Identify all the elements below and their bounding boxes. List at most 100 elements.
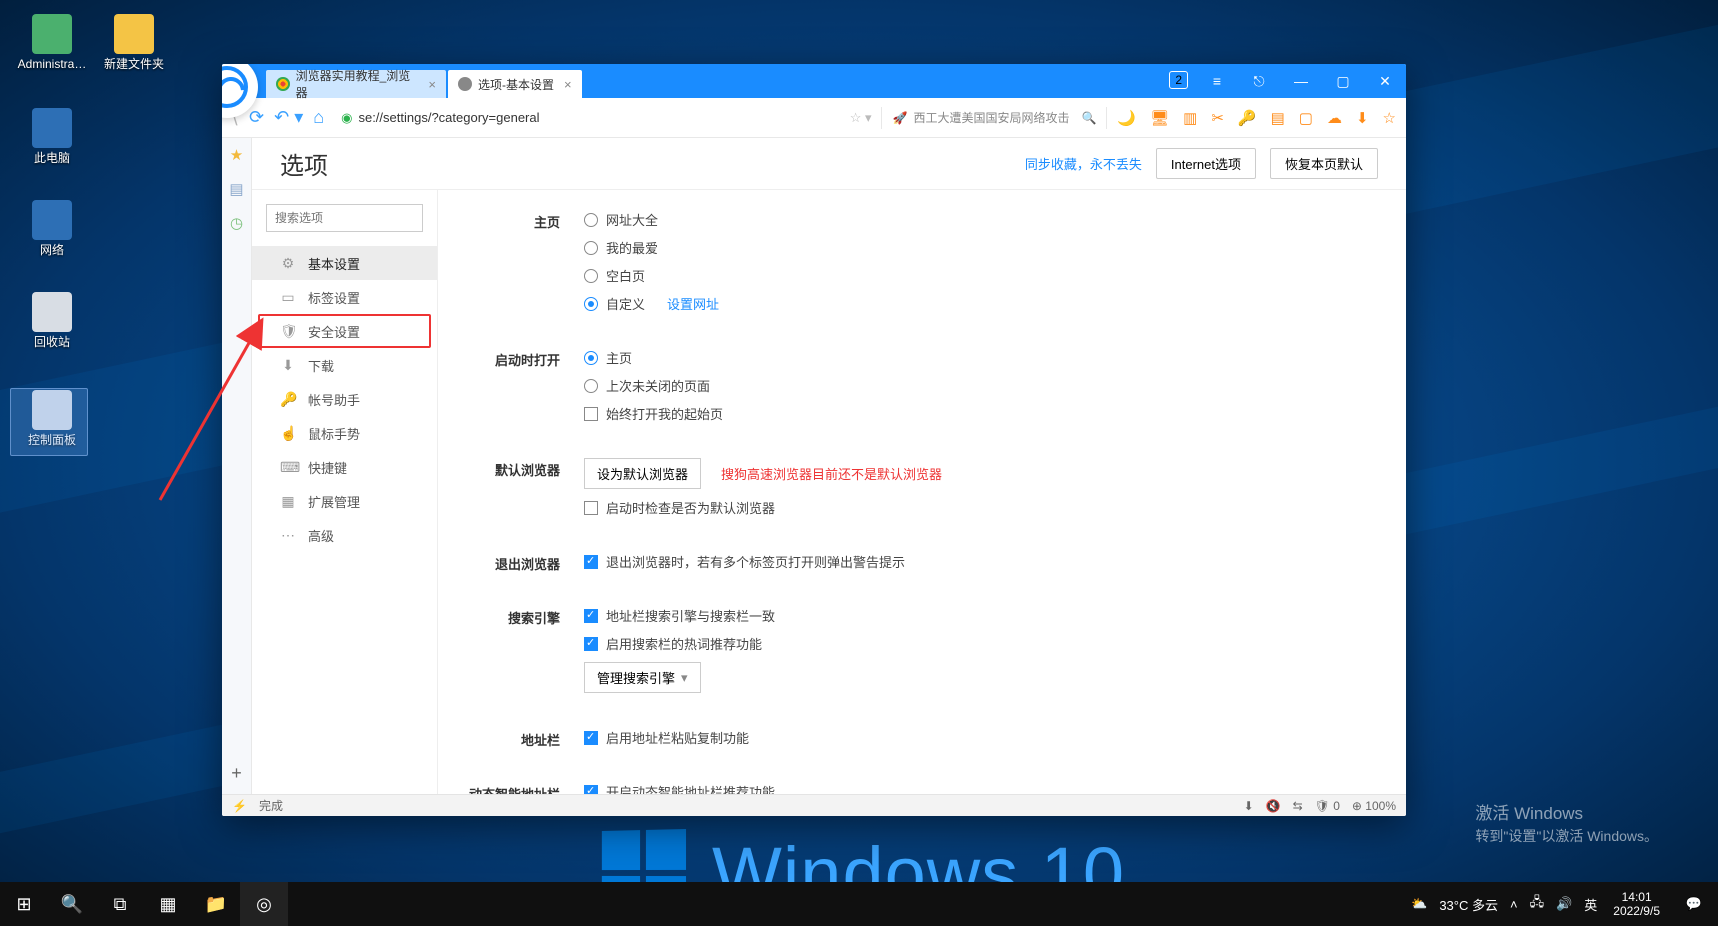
tab-close-icon[interactable]: × — [564, 77, 572, 92]
volume-icon[interactable]: 🔊 — [1556, 896, 1572, 912]
set-default-browser-button[interactable]: 设为默认浏览器 — [584, 458, 701, 489]
moon-icon[interactable]: 🌙 — [1117, 109, 1136, 127]
desktop-icon[interactable]: 新建文件夹 — [96, 14, 172, 71]
bookmark-star-icon[interactable]: ☆ ▾ — [850, 110, 872, 126]
homepage-radio[interactable] — [584, 269, 598, 283]
add-panel-icon[interactable]: + — [231, 763, 242, 784]
sidebar-item-扩展管理[interactable]: ▦扩展管理 — [258, 484, 431, 518]
url-text: se://settings/?category=general — [358, 110, 539, 125]
search-sync-checkbox[interactable] — [584, 609, 598, 623]
app-grid-button[interactable]: ▦ — [144, 882, 192, 926]
sidebar-item-高级[interactable]: ⋯ 高级 — [258, 518, 431, 552]
tab-favicon-icon — [458, 77, 472, 91]
browser-tab[interactable]: 选项-基本设置 × — [448, 70, 582, 98]
smartbar-enable-checkbox[interactable] — [584, 785, 598, 795]
tab-close-icon[interactable]: × — [428, 77, 436, 92]
cloud-icon[interactable]: ☁ — [1327, 109, 1342, 127]
switch-icon[interactable]: ⇆ — [1293, 799, 1303, 813]
mute-icon[interactable]: 🔇 — [1266, 799, 1281, 813]
sync-favorites-link[interactable]: 同步收藏，永不丢失 — [1025, 154, 1142, 173]
sidebar-item-icon: 🛡 — [280, 323, 296, 340]
manage-search-engines-button[interactable]: 管理搜索引擎▾ — [584, 662, 701, 693]
homepage-radio[interactable] — [584, 297, 598, 311]
sidebar-item-label: 高级 — [308, 526, 334, 545]
search-options-input[interactable] — [266, 204, 423, 232]
file-explorer-button[interactable]: 📁 — [192, 882, 240, 926]
close-button[interactable]: ✕ — [1364, 64, 1406, 98]
search-icon[interactable]: 🔍 — [1081, 111, 1096, 125]
monitor-icon[interactable]: 🖥 — [1150, 109, 1169, 127]
hotword-checkbox[interactable] — [584, 637, 598, 651]
shield-status-icon[interactable]: 🛡 0 — [1315, 799, 1340, 813]
extension-icon[interactable]: ⎋ — [1238, 64, 1280, 98]
minimize-button[interactable]: — — [1280, 64, 1322, 98]
sidebar-item-快捷键[interactable]: ⌨快捷键 — [258, 450, 431, 484]
lightning-icon[interactable]: ⚡ — [232, 799, 247, 813]
check-default-on-startup-checkbox[interactable] — [584, 501, 598, 515]
download-status-icon[interactable]: ⬇ — [1244, 799, 1254, 813]
sidebar-item-标签设置[interactable]: ▭标签设置 — [258, 280, 431, 314]
startup-radio[interactable] — [584, 351, 598, 365]
key-icon[interactable]: 🔑 — [1238, 109, 1257, 127]
page-header: 选项 同步收藏，永不丢失 Internet选项 恢复本页默认 — [252, 138, 1406, 190]
start-button[interactable]: ⊞ — [0, 882, 48, 926]
checkbox-label: 启用搜索栏的热词推荐功能 — [606, 634, 762, 653]
taskbar[interactable]: ⊞ 🔍 ⧉ ▦ 📁 ◎ ⛅ 33°C 多云 ˄ 🖧 🔊 英 14:01 2022… — [0, 882, 1718, 926]
scissors-icon[interactable]: ✂ — [1211, 109, 1224, 127]
search-button[interactable]: 🔍 — [48, 882, 96, 926]
exit-warning-checkbox[interactable] — [584, 555, 598, 569]
book-icon[interactable]: ▤ — [229, 180, 243, 198]
search-box[interactable]: 🚀 西工大遭美国国安局网络攻击 🔍 — [892, 109, 1096, 126]
desktop-icon[interactable]: Administra… — [14, 14, 90, 71]
undo-button[interactable]: ↶ ▾ — [274, 107, 303, 128]
sidebar-item-下载[interactable]: ⬇下载 — [258, 348, 431, 382]
address-paste-checkbox[interactable] — [584, 731, 598, 745]
desktop-icon[interactable]: 此电脑 — [14, 108, 90, 165]
window-icon[interactable]: ▢ — [1299, 109, 1313, 127]
set-url-link[interactable]: 设置网址 — [667, 294, 719, 313]
sidebar-item-基本设置[interactable]: ⚙基本设置 — [252, 246, 437, 280]
tab-strip: 浏览器实用教程_浏览器× 选项-基本设置 × — [266, 64, 584, 98]
sogou-browser-button[interactable]: ◎ — [240, 882, 288, 926]
homepage-radio[interactable] — [584, 213, 598, 227]
zoom-label[interactable]: ⊕ 100% — [1352, 799, 1396, 813]
always-open-startpage-checkbox[interactable] — [584, 407, 598, 421]
address-bar[interactable]: ◉ se://settings/?category=general — [334, 104, 674, 132]
network-icon[interactable]: 🖧 — [1530, 893, 1545, 915]
sidebar-item-鼠标手势[interactable]: ☝鼠标手势 — [258, 416, 431, 450]
task-view-button[interactable]: ⧉ — [96, 882, 144, 926]
notification-button[interactable]: 💬 — [1670, 882, 1718, 926]
startup-radio[interactable] — [584, 379, 598, 393]
grid-icon[interactable]: ▥ — [1183, 109, 1197, 127]
tab-title: 选项-基本设置 — [478, 76, 554, 93]
maximize-button[interactable]: ▢ — [1322, 64, 1364, 98]
weather-text[interactable]: 33°C 多云 — [1439, 895, 1498, 914]
favorites-icon[interactable]: ★ — [230, 146, 243, 164]
weather-icon[interactable]: ⛅ — [1411, 896, 1427, 912]
sidebar-item-icon: ⋯ — [280, 527, 296, 544]
ime-indicator[interactable]: 英 — [1584, 895, 1597, 914]
tab-count-badge[interactable]: 2 — [1169, 71, 1188, 89]
browser-tab[interactable]: 浏览器实用教程_浏览器× — [266, 70, 446, 98]
star-icon[interactable]: ☆ — [1383, 109, 1396, 127]
tray-chevron-icon[interactable]: ˄ — [1510, 897, 1518, 912]
sidebar-item-icon: ⚙ — [280, 255, 296, 272]
taskbar-clock[interactable]: 14:01 2022/9/5 — [1603, 890, 1670, 918]
internet-options-button[interactable]: Internet选项 — [1156, 148, 1256, 179]
page-title: 选项 — [280, 146, 328, 181]
doc-icon[interactable]: ▤ — [1271, 109, 1285, 127]
desktop-icon[interactable]: 回收站 — [14, 292, 90, 349]
browser-titlebar[interactable]: 浏览器实用教程_浏览器× 选项-基本设置 × 2 ≡ ⎋ — ▢ ✕ — [222, 64, 1406, 98]
restore-defaults-button[interactable]: 恢复本页默认 — [1270, 148, 1378, 179]
history-icon[interactable]: ◷ — [230, 214, 243, 232]
desktop-icon[interactable]: 网络 — [14, 200, 90, 257]
home-button[interactable]: ⌂ — [313, 107, 324, 128]
menu-icon[interactable]: ≡ — [1196, 64, 1238, 98]
reload-button[interactable]: ⟳ — [249, 107, 264, 128]
section-label-default-browser: 默认浏览器 — [468, 458, 584, 526]
download-icon[interactable]: ⬇ — [1356, 109, 1369, 127]
checkbox-label: 启用地址栏粘贴复制功能 — [606, 728, 749, 747]
homepage-radio[interactable] — [584, 241, 598, 255]
sidebar-item-安全设置[interactable]: 🛡安全设置 — [258, 314, 431, 348]
sidebar-item-帐号助手[interactable]: 🔑帐号助手 — [258, 382, 431, 416]
